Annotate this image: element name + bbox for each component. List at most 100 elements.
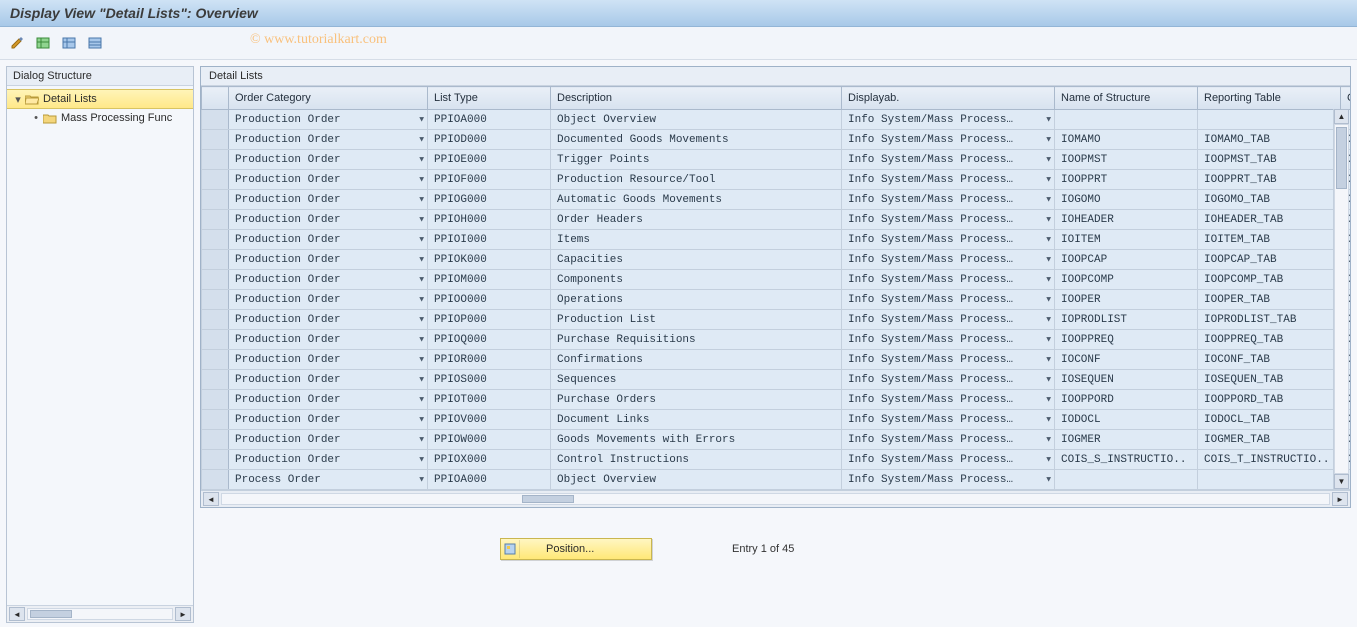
row-marker[interactable] [202, 470, 229, 490]
cell-displayab[interactable]: Info System/Mass Process…▼ [842, 370, 1055, 390]
tree-node-mass-processing-func[interactable]: •Mass Processing Func [7, 109, 193, 127]
cell-order_category[interactable]: Process Order▼ [229, 470, 428, 490]
row-marker[interactable] [202, 390, 229, 410]
cell-order_category[interactable]: Production Order▼ [229, 290, 428, 310]
row-marker[interactable] [202, 110, 229, 130]
scroll-track[interactable] [1334, 124, 1349, 474]
cell-displayab[interactable]: Info System/Mass Process…▼ [842, 270, 1055, 290]
row-marker[interactable] [202, 450, 229, 470]
table-row[interactable]: Production Order▼PPIOQ000Purchase Requis… [202, 330, 1351, 350]
column-header-structure[interactable]: Name of Structure [1055, 87, 1198, 110]
table-row[interactable]: Production Order▼PPIOA000Object Overview… [202, 110, 1351, 130]
row-marker[interactable] [202, 210, 229, 230]
cell-order_category[interactable]: Production Order▼ [229, 390, 428, 410]
table-row[interactable]: Production Order▼PPIOV000Document LinksI… [202, 410, 1351, 430]
cell-order_category[interactable]: Production Order▼ [229, 190, 428, 210]
cell-order_category[interactable]: Production Order▼ [229, 230, 428, 250]
column-header-displayab[interactable]: Displayab. [842, 87, 1055, 110]
scroll-track[interactable] [27, 608, 173, 620]
cell-order_category[interactable]: Production Order▼ [229, 450, 428, 470]
cell-displayab[interactable]: Info System/Mass Process…▼ [842, 310, 1055, 330]
scroll-right-icon[interactable]: ► [1332, 492, 1348, 506]
cell-displayab[interactable]: Info System/Mass Process…▼ [842, 410, 1055, 430]
column-header-description[interactable]: Description [551, 87, 842, 110]
cell-order_category[interactable]: Production Order▼ [229, 430, 428, 450]
cell-order_category[interactable]: Production Order▼ [229, 370, 428, 390]
scroll-left-icon[interactable]: ◄ [203, 492, 219, 506]
cell-order_category[interactable]: Production Order▼ [229, 170, 428, 190]
cell-order_category[interactable]: Production Order▼ [229, 150, 428, 170]
scroll-right-icon[interactable]: ► [175, 607, 191, 621]
cell-order_category[interactable]: Production Order▼ [229, 110, 428, 130]
cell-displayab[interactable]: Info System/Mass Process…▼ [842, 170, 1055, 190]
cell-displayab[interactable]: Info System/Mass Process…▼ [842, 390, 1055, 410]
expand-all-button[interactable] [34, 34, 52, 52]
tree-hscrollbar[interactable]: ◄ ► [7, 605, 193, 622]
cell-order_category[interactable]: Production Order▼ [229, 250, 428, 270]
scroll-track[interactable] [221, 493, 1330, 505]
cell-displayab[interactable]: Info System/Mass Process…▼ [842, 110, 1055, 130]
cell-displayab[interactable]: Info System/Mass Process…▼ [842, 230, 1055, 250]
table-row[interactable]: Production Order▼PPIOK000CapacitiesInfo … [202, 250, 1351, 270]
scroll-thumb[interactable] [522, 495, 574, 503]
cell-order_category[interactable]: Production Order▼ [229, 410, 428, 430]
scroll-up-icon[interactable]: ▲ [1334, 109, 1349, 124]
row-marker[interactable] [202, 430, 229, 450]
tree-node-detail-lists[interactable]: ▾Detail Lists [7, 89, 193, 109]
row-marker[interactable] [202, 170, 229, 190]
column-header-reporting_table[interactable]: Reporting Table [1198, 87, 1341, 110]
cell-order_category[interactable]: Production Order▼ [229, 350, 428, 370]
row-marker[interactable] [202, 250, 229, 270]
cell-displayab[interactable]: Info System/Mass Process…▼ [842, 430, 1055, 450]
grid-hscrollbar[interactable]: ◄ ► [201, 490, 1350, 507]
table-row[interactable]: Production Order▼PPIOW000Goods Movements… [202, 430, 1351, 450]
table-row[interactable]: Production Order▼PPIOX000Control Instruc… [202, 450, 1351, 470]
scroll-thumb[interactable] [1336, 127, 1347, 189]
cell-displayab[interactable]: Info System/Mass Process…▼ [842, 470, 1055, 490]
column-header-list_type[interactable]: List Type [428, 87, 551, 110]
table-row[interactable]: Production Order▼PPIOD000Documented Good… [202, 130, 1351, 150]
cell-displayab[interactable]: Info System/Mass Process…▼ [842, 450, 1055, 470]
row-marker[interactable] [202, 290, 229, 310]
cell-displayab[interactable]: Info System/Mass Process…▼ [842, 250, 1055, 270]
tree-twisty-icon[interactable]: • [31, 112, 41, 124]
table-row[interactable]: Production Order▼PPIOR000ConfirmationsIn… [202, 350, 1351, 370]
row-marker[interactable] [202, 270, 229, 290]
row-marker[interactable] [202, 330, 229, 350]
column-header-class[interactable]: Class [1341, 87, 1351, 110]
column-header-order_category[interactable]: Order Category [229, 87, 428, 110]
cell-displayab[interactable]: Info System/Mass Process…▼ [842, 210, 1055, 230]
cell-displayab[interactable]: Info System/Mass Process…▼ [842, 130, 1055, 150]
table-row[interactable]: Production Order▼PPIOO000OperationsInfo … [202, 290, 1351, 310]
row-marker[interactable] [202, 370, 229, 390]
table-row[interactable]: Production Order▼PPIOT000Purchase Orders… [202, 390, 1351, 410]
cell-order_category[interactable]: Production Order▼ [229, 310, 428, 330]
table-row[interactable]: Production Order▼PPIOM000ComponentsInfo … [202, 270, 1351, 290]
scroll-left-icon[interactable]: ◄ [9, 607, 25, 621]
row-marker[interactable] [202, 150, 229, 170]
row-marker[interactable] [202, 130, 229, 150]
table-row[interactable]: Production Order▼PPIOF000Production Reso… [202, 170, 1351, 190]
cell-displayab[interactable]: Info System/Mass Process…▼ [842, 290, 1055, 310]
row-marker[interactable] [202, 190, 229, 210]
grid-vscrollbar[interactable]: ▲ ▼ [1333, 109, 1349, 489]
cell-displayab[interactable]: Info System/Mass Process…▼ [842, 150, 1055, 170]
table-row[interactable]: Production Order▼PPIOS000SequencesInfo S… [202, 370, 1351, 390]
scroll-thumb[interactable] [30, 610, 72, 618]
row-marker[interactable] [202, 310, 229, 330]
cell-order_category[interactable]: Production Order▼ [229, 270, 428, 290]
position-button[interactable]: Position... [500, 538, 652, 560]
cell-order_category[interactable]: Production Order▼ [229, 210, 428, 230]
table-row[interactable]: Production Order▼PPIOH000Order HeadersIn… [202, 210, 1351, 230]
cell-order_category[interactable]: Production Order▼ [229, 130, 428, 150]
toggle-edit-button[interactable] [8, 34, 26, 52]
row-marker[interactable] [202, 230, 229, 250]
row-marker[interactable] [202, 410, 229, 430]
table-row[interactable]: Production Order▼PPIOP000Production List… [202, 310, 1351, 330]
cell-displayab[interactable]: Info System/Mass Process…▼ [842, 350, 1055, 370]
row-marker[interactable] [202, 350, 229, 370]
delimit-button[interactable] [86, 34, 104, 52]
cell-order_category[interactable]: Production Order▼ [229, 330, 428, 350]
cell-displayab[interactable]: Info System/Mass Process…▼ [842, 330, 1055, 350]
cell-displayab[interactable]: Info System/Mass Process…▼ [842, 190, 1055, 210]
